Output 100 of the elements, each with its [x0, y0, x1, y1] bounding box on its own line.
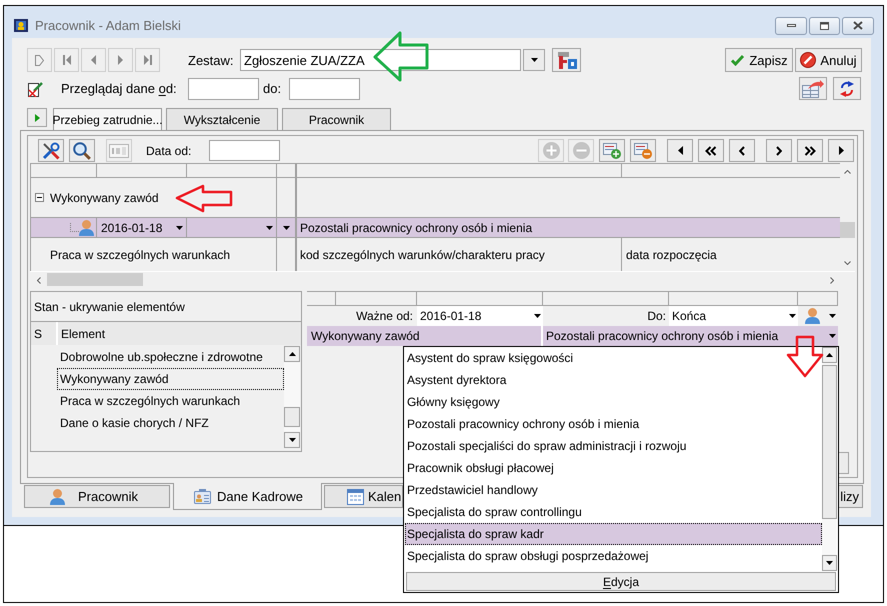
- list-plus-icon: [603, 142, 621, 158]
- date-field[interactable]: [209, 140, 280, 161]
- set-field[interactable]: Zgłoszenie ZUA/ZZA: [240, 49, 521, 71]
- scroll-thumb[interactable]: [47, 273, 143, 286]
- list-option[interactable]: Specjalista do spraw kadr: [405, 523, 822, 545]
- triangle-down-icon: [288, 438, 296, 442]
- tree-line-icon: [70, 223, 79, 232]
- caret-down-icon: [829, 334, 836, 338]
- triangle-left-icon: [91, 55, 96, 65]
- triangle-up-icon: [288, 352, 296, 356]
- caret-down-icon: [176, 226, 183, 230]
- date-to-field[interactable]: [289, 78, 360, 100]
- tools-button[interactable]: [38, 139, 64, 162]
- caret-down-icon: [789, 314, 796, 318]
- valid-from-field[interactable]: 2016-01-18: [417, 306, 543, 326]
- list-item[interactable]: Praca w szczególnych warunkach: [57, 390, 284, 412]
- date-range-label: Przeglądaj dane od:: [61, 81, 177, 96]
- edit-button[interactable]: Edycja: [406, 572, 836, 591]
- skip-first-icon: [62, 55, 70, 65]
- next-button[interactable]: [828, 139, 854, 162]
- tab[interactable]: Pracownik: [24, 485, 170, 508]
- maximize-icon: [820, 22, 829, 30]
- hollow-down-arrow-icon: [786, 334, 825, 379]
- triangle-right-icon: [34, 114, 40, 122]
- blocks-icon: [556, 52, 576, 68]
- list-option[interactable]: Asystent dyrektora: [405, 369, 822, 391]
- list-option[interactable]: Pozostali specjaliści do spraw administracji i rozwoju: [405, 435, 822, 457]
- scroll-up-button[interactable]: [284, 346, 300, 362]
- list-option[interactable]: Specjalista do spraw controllingu: [405, 501, 822, 523]
- valid-to-field[interactable]: Końca: [669, 306, 798, 326]
- tab[interactable]: Dane Kadrowe: [173, 483, 322, 510]
- close-button[interactable]: [842, 16, 874, 34]
- date-label: Data od:: [146, 144, 192, 158]
- table-arrow-icon: [802, 80, 824, 98]
- refresh-icon: [839, 80, 855, 98]
- scroll-down-button[interactable]: [284, 432, 300, 448]
- scroll-thumb[interactable]: [822, 365, 837, 519]
- edit-document-icon: [28, 80, 43, 96]
- app-icon: [14, 19, 28, 32]
- column-header: Element: [61, 328, 106, 340]
- list-option[interactable]: Przedstawiciel handlowy: [405, 479, 822, 501]
- chevron-right-icon: [830, 276, 834, 284]
- caret-down-icon: [534, 314, 541, 318]
- chevron-left-icon: [36, 276, 40, 284]
- tab[interactable]: Przebieg zatrudnie...: [53, 108, 162, 130]
- list-item[interactable]: Dobrowolne ub.społeczne i zdrowotne: [57, 346, 284, 368]
- search-button[interactable]: [69, 139, 95, 162]
- export-button[interactable]: [799, 77, 827, 100]
- list-option[interactable]: Asystent do spraw księgowości: [405, 347, 822, 369]
- job-title-dropdown[interactable]: Pozostali pracownicy ochrony osób i mienia: [543, 326, 838, 346]
- valid-to-label: Do:: [647, 310, 666, 322]
- group-label: Wykonywany zawód: [50, 192, 159, 204]
- list-item[interactable]: Dane o kasie chorych / NFZ: [57, 412, 284, 434]
- hollow-left-arrow-icon: [372, 31, 430, 82]
- add-row-button[interactable]: [599, 139, 625, 162]
- calculator-icon: [109, 144, 129, 158]
- list-item[interactable]: Wykonywany zawód: [57, 368, 284, 390]
- last-button[interactable]: [797, 139, 823, 162]
- check-icon: [730, 54, 746, 66]
- id-card-icon: [194, 488, 211, 504]
- list-option[interactable]: Główny księgowy: [405, 391, 822, 413]
- cancel-button[interactable]: Anuluj: [795, 48, 862, 72]
- chevron-up-icon: [844, 170, 851, 174]
- set-label: Zestaw:: [188, 52, 234, 68]
- list-option[interactable]: Pracownik obsługi płacowej: [405, 457, 822, 479]
- skip-last-icon: [144, 55, 152, 65]
- chevron-left-icon: [739, 146, 745, 156]
- list-minus-icon: [634, 142, 652, 158]
- chevron-right-icon: [776, 146, 782, 156]
- maximize-button[interactable]: [809, 16, 840, 34]
- back-button[interactable]: [729, 139, 755, 162]
- remove-row-button[interactable]: [630, 139, 656, 162]
- dropdown-button[interactable]: [523, 49, 545, 71]
- scroll-thumb[interactable]: [284, 407, 300, 427]
- pentagon-icon: [35, 54, 44, 66]
- date-from-field[interactable]: [188, 78, 259, 100]
- save-button[interactable]: Zapisz: [725, 48, 793, 72]
- minimize-icon: [786, 24, 796, 27]
- date-dropdown[interactable]: 2016-01-18: [97, 218, 187, 237]
- toolbar-button[interactable]: [552, 48, 581, 72]
- refresh-button[interactable]: [833, 77, 861, 100]
- minimize-button[interactable]: [775, 16, 807, 34]
- play-button[interactable]: [27, 108, 47, 127]
- column-header: S: [34, 328, 42, 340]
- tab[interactable]: Kalen: [324, 485, 403, 508]
- first-button[interactable]: [698, 139, 724, 162]
- tab[interactable]: Wykształcenie: [166, 108, 278, 130]
- wrench-screwdriver-icon: [42, 142, 60, 160]
- search-icon: [73, 142, 91, 160]
- chevron-down-icon: [844, 260, 851, 264]
- scroll-up-button[interactable]: [822, 347, 837, 363]
- forward-button[interactable]: [766, 139, 792, 162]
- list-option[interactable]: Specjalista do spraw obsługi posprzedażowej: [405, 545, 822, 567]
- list-option[interactable]: Pozostali pracownicy ochrony osób i mienia: [405, 413, 822, 435]
- triangle-down-icon: [826, 561, 833, 565]
- tab[interactable]: Pracownik: [282, 108, 391, 130]
- scroll-down-button[interactable]: [822, 555, 837, 571]
- previous-button[interactable]: [667, 139, 693, 162]
- scroll-thumb[interactable]: [840, 222, 855, 238]
- triangle-right-icon: [118, 55, 123, 65]
